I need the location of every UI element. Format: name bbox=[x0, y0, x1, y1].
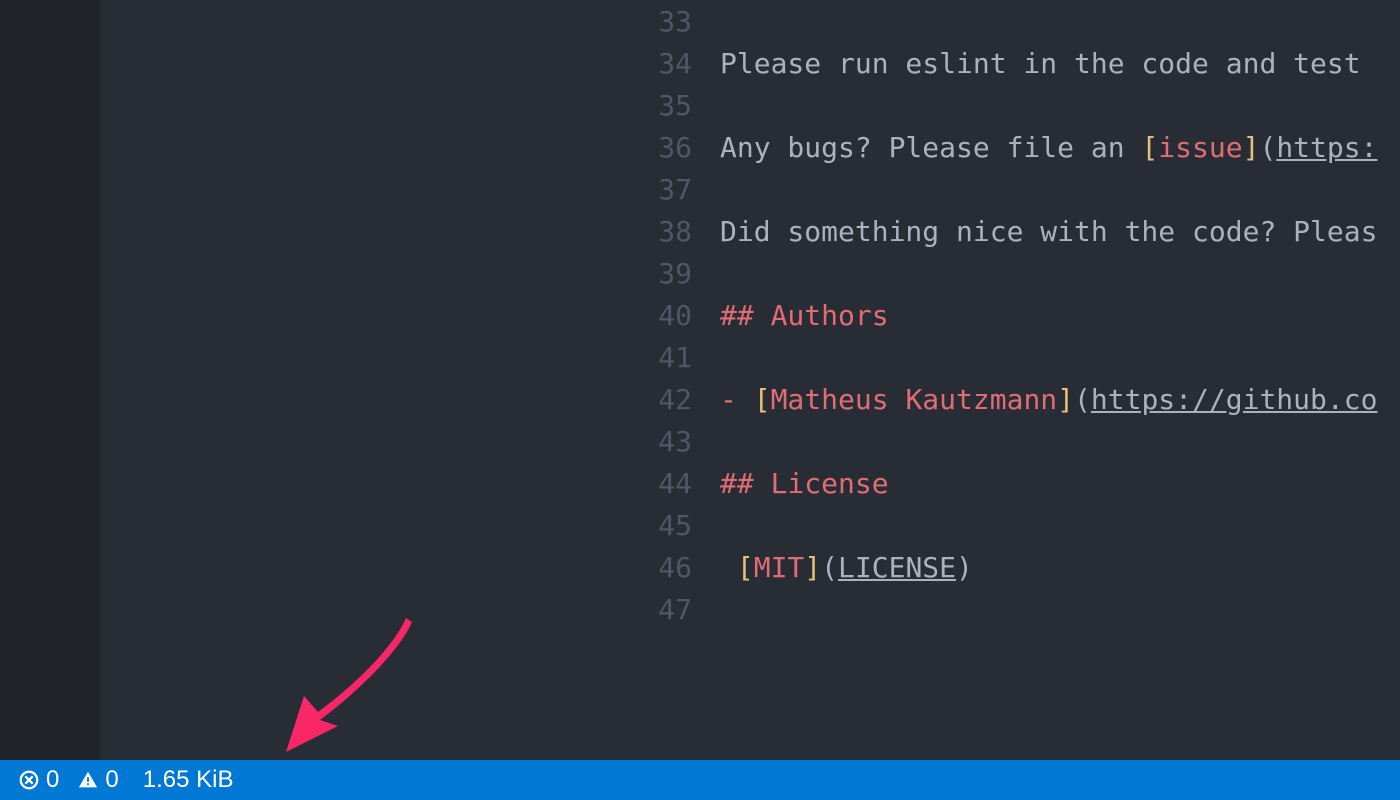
line-number: 47 bbox=[600, 593, 720, 626]
annotation-arrow-icon bbox=[280, 610, 440, 770]
line-number: 40 bbox=[600, 299, 720, 332]
code-line[interactable]: 46 [MIT](LICENSE) bbox=[600, 546, 1400, 588]
line-number: 34 bbox=[600, 47, 720, 80]
line-number: 46 bbox=[600, 551, 720, 584]
line-number: 41 bbox=[600, 341, 720, 374]
line-number: 43 bbox=[600, 425, 720, 458]
line-number: 35 bbox=[600, 89, 720, 122]
code-line[interactable]: 45 bbox=[600, 504, 1400, 546]
line-number: 33 bbox=[600, 5, 720, 38]
line-number: 44 bbox=[600, 467, 720, 500]
line-content: Any bugs? Please file an [issue](https: bbox=[720, 131, 1377, 164]
status-bar: 0 0 1.65 KiB bbox=[0, 760, 1400, 800]
code-line[interactable]: 47 bbox=[600, 588, 1400, 630]
line-content: ## Authors bbox=[720, 299, 889, 332]
problems-indicator[interactable]: 0 0 bbox=[18, 766, 119, 794]
line-content: ## License bbox=[720, 467, 889, 500]
line-content: Did something nice with the code? Pleas bbox=[720, 215, 1377, 248]
code-line[interactable]: 44## License bbox=[600, 462, 1400, 504]
filesize-indicator[interactable]: 1.65 KiB bbox=[143, 766, 234, 794]
line-content: - [Matheus Kautzmann](https://github.co bbox=[720, 383, 1377, 416]
code-line[interactable]: 39 bbox=[600, 252, 1400, 294]
line-number: 38 bbox=[600, 215, 720, 248]
filesize-text: 1.65 KiB bbox=[143, 766, 234, 794]
side-panel[interactable] bbox=[100, 0, 600, 760]
activity-bar[interactable] bbox=[0, 0, 100, 760]
editor-area[interactable]: 33 34Please run eslint in the code and te… bbox=[600, 0, 1400, 760]
line-number: 36 bbox=[600, 131, 720, 164]
code-line[interactable]: 42- [Matheus Kautzmann](https://github.c… bbox=[600, 378, 1400, 420]
line-number: 45 bbox=[600, 509, 720, 542]
error-icon bbox=[18, 769, 40, 791]
app-root: 33 34Please run eslint in the code and te… bbox=[0, 0, 1400, 800]
code-line[interactable]: 36Any bugs? Please file an [issue](https… bbox=[600, 126, 1400, 168]
line-number: 37 bbox=[600, 173, 720, 206]
code-line[interactable]: 38Did something nice with the code? Plea… bbox=[600, 210, 1400, 252]
code-line[interactable]: 34Please run eslint in the code and test bbox=[600, 42, 1400, 84]
line-content: Please run eslint in the code and test bbox=[720, 47, 1377, 80]
code-line[interactable]: 40## Authors bbox=[600, 294, 1400, 336]
line-number: 42 bbox=[600, 383, 720, 416]
code-line[interactable]: 33 bbox=[600, 0, 1400, 42]
error-count: 0 bbox=[46, 766, 59, 794]
warning-icon bbox=[77, 769, 99, 791]
code-line[interactable]: 37 bbox=[600, 168, 1400, 210]
line-content: [MIT](LICENSE) bbox=[720, 551, 973, 584]
code-line[interactable]: 43 bbox=[600, 420, 1400, 462]
code-lines: 33 34Please run eslint in the code and te… bbox=[600, 0, 1400, 630]
warning-count: 0 bbox=[105, 766, 118, 794]
line-number: 39 bbox=[600, 257, 720, 290]
workspace: 33 34Please run eslint in the code and te… bbox=[0, 0, 1400, 760]
code-line[interactable]: 41 bbox=[600, 336, 1400, 378]
code-line[interactable]: 35 bbox=[600, 84, 1400, 126]
